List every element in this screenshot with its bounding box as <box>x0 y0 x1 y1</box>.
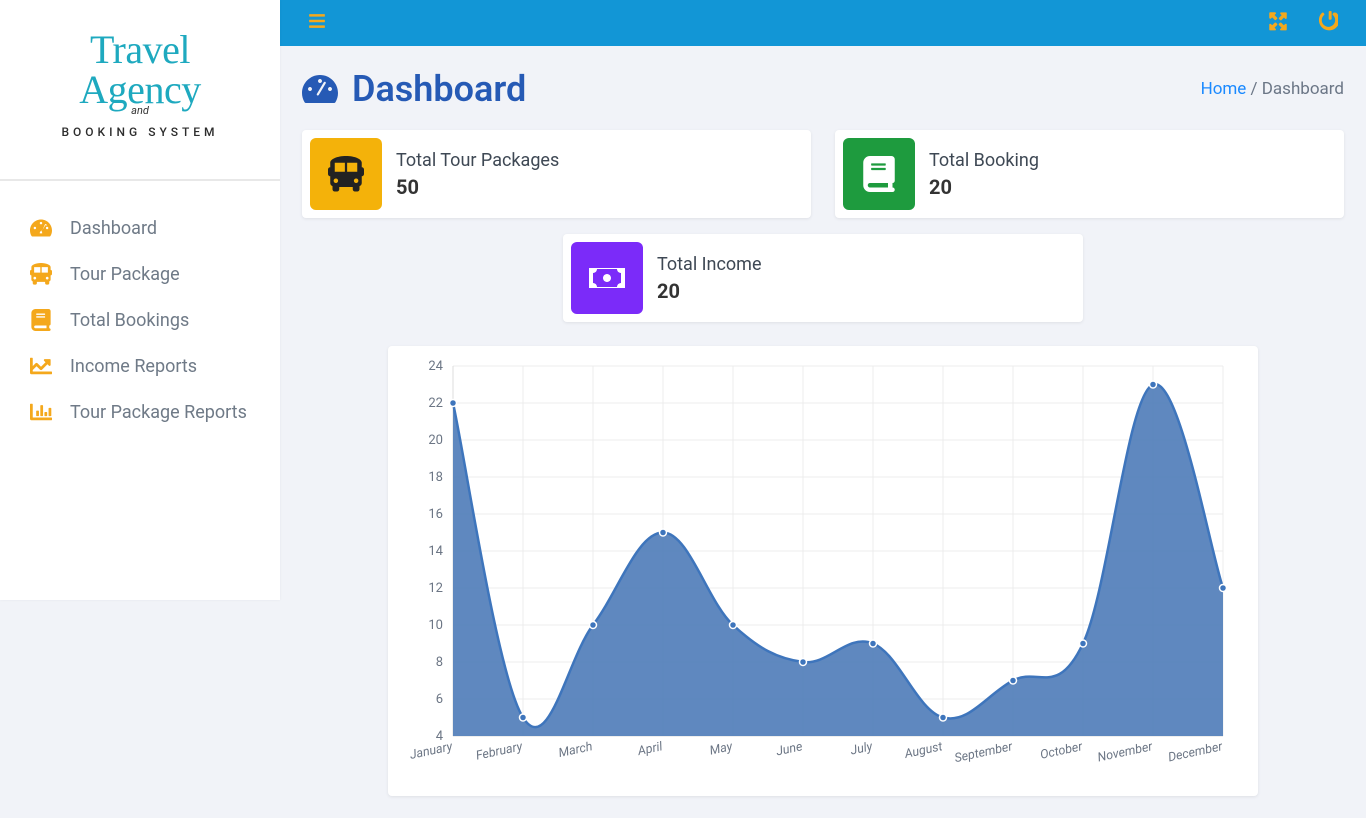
stat-card-booking[interactable]: Total Booking 20 <box>835 130 1344 218</box>
stat-title-packages: Total Tour Packages <box>396 150 559 171</box>
brand-word-1: Travel <box>90 27 190 72</box>
chart-card: 4681012141618202224 JanuaryFebruaryMarch… <box>388 346 1258 796</box>
expand-icon[interactable] <box>1268 11 1288 35</box>
svg-text:14: 14 <box>428 544 443 559</box>
sidebar-item-label: Tour Package Reports <box>70 402 247 423</box>
bus-icon <box>30 263 52 285</box>
svg-text:July: July <box>849 739 875 759</box>
svg-text:March: March <box>557 739 594 761</box>
svg-text:August: August <box>902 739 945 762</box>
sidebar-item-tour-package[interactable]: Tour Package <box>30 251 250 297</box>
chart-bar-icon <box>30 401 52 423</box>
sidebar-item-tour-package-reports[interactable]: Tour Package Reports <box>30 389 250 435</box>
chart-line-icon <box>30 355 52 377</box>
page-title: Dashboard <box>302 68 526 110</box>
money-icon <box>571 242 643 314</box>
svg-text:December: December <box>1167 739 1225 765</box>
breadcrumb-sep: / <box>1246 79 1261 99</box>
svg-text:16: 16 <box>428 507 443 522</box>
main: Dashboard Home / Dashboard Total Tour Pa… <box>280 0 1366 818</box>
sidebar: Travel Agency and BOOKING SYSTEM Dashboa… <box>0 0 280 600</box>
svg-text:22: 22 <box>428 396 443 411</box>
svg-text:October: October <box>1039 739 1085 763</box>
content: Dashboard Home / Dashboard Total Tour Pa… <box>280 46 1366 818</box>
sidebar-item-label: Income Reports <box>70 356 197 377</box>
sidebar-nav: Dashboard Tour Package Total Bookings In… <box>0 205 280 465</box>
svg-text:6: 6 <box>436 692 443 707</box>
sidebar-item-total-bookings[interactable]: Total Bookings <box>30 297 250 343</box>
svg-text:February: February <box>475 739 525 764</box>
power-icon[interactable] <box>1318 11 1338 35</box>
stat-value-income: 20 <box>657 279 762 303</box>
dashboard-icon <box>302 71 338 107</box>
page-title-text: Dashboard <box>352 68 526 110</box>
brand-and: and <box>30 104 250 117</box>
sidebar-item-label: Total Bookings <box>70 310 189 331</box>
sidebar-item-label: Dashboard <box>70 218 157 239</box>
svg-text:8: 8 <box>436 655 443 670</box>
svg-text:November: November <box>1096 739 1154 765</box>
stat-value-packages: 50 <box>396 175 559 199</box>
stat-value-booking: 20 <box>929 175 1039 199</box>
breadcrumb-current: Dashboard <box>1262 79 1344 99</box>
breadcrumb: Home / Dashboard <box>1201 79 1344 99</box>
svg-text:10: 10 <box>428 618 443 633</box>
stat-card-packages[interactable]: Total Tour Packages 50 <box>302 130 811 218</box>
page-header: Dashboard Home / Dashboard <box>302 68 1344 110</box>
book-icon <box>843 138 915 210</box>
breadcrumb-home[interactable]: Home <box>1201 79 1247 99</box>
svg-text:24: 24 <box>428 359 443 374</box>
svg-text:May: May <box>708 739 735 759</box>
brand-sub: BOOKING SYSTEM <box>30 125 250 139</box>
chart-svg: 4681012141618202224 JanuaryFebruaryMarch… <box>398 356 1238 786</box>
sidebar-item-label: Tour Package <box>70 264 180 285</box>
dashboard-icon <box>30 217 52 239</box>
bus-icon <box>310 138 382 210</box>
stat-title-booking: Total Booking <box>929 150 1039 171</box>
menu-toggle-icon[interactable] <box>308 12 326 34</box>
stat-row-1: Total Tour Packages 50 Total Booking 20 <box>302 130 1344 218</box>
svg-text:June: June <box>775 739 805 759</box>
topbar <box>280 0 1366 46</box>
stat-card-income[interactable]: Total Income 20 <box>563 234 1083 322</box>
svg-text:January: January <box>408 739 455 763</box>
svg-text:20: 20 <box>428 433 443 448</box>
sidebar-divider <box>0 179 280 181</box>
sidebar-item-dashboard[interactable]: Dashboard <box>30 205 250 251</box>
brand-logo: Travel Agency and BOOKING SYSTEM <box>0 0 280 179</box>
book-icon <box>30 309 52 331</box>
svg-text:April: April <box>636 739 665 759</box>
svg-text:12: 12 <box>428 581 443 596</box>
stat-title-income: Total Income <box>657 254 762 275</box>
svg-text:18: 18 <box>428 470 443 485</box>
svg-text:September: September <box>953 739 1015 766</box>
sidebar-item-income-reports[interactable]: Income Reports <box>30 343 250 389</box>
stat-row-2: Total Income 20 <box>302 234 1344 322</box>
